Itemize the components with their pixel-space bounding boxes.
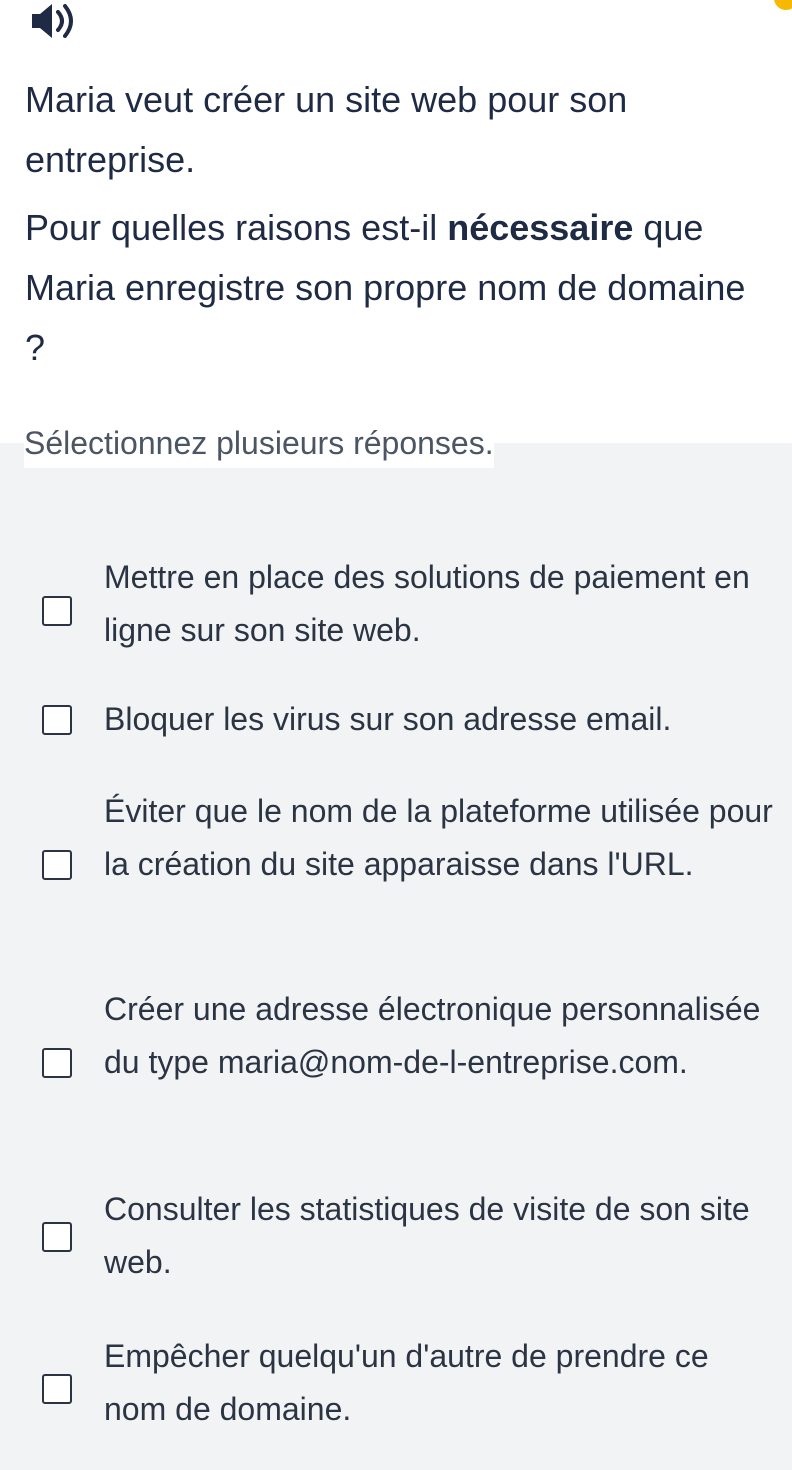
instructions: Sélectionnez plusieurs réponses. <box>24 418 494 468</box>
option-5[interactable]: Consulter les statistiques de visite de … <box>0 1183 792 1303</box>
option-3[interactable]: Éviter que le nom de la plateforme utili… <box>0 785 792 955</box>
checkbox[interactable] <box>42 1048 72 1078</box>
checkbox[interactable] <box>42 850 72 880</box>
checkbox[interactable] <box>42 1222 72 1252</box>
option-label: Empêcher quelqu'un d'autre de prendre ce… <box>104 1338 709 1427</box>
option-label: Bloquer les virus sur son adresse email. <box>104 701 672 737</box>
speaker-icon[interactable] <box>28 0 78 42</box>
answers-panel: Mettre en place des solutions de paiemen… <box>0 443 792 1470</box>
option-2[interactable]: Bloquer les virus sur son adresse email. <box>0 693 792 753</box>
question-emphasis: nécessaire <box>447 207 634 248</box>
option-label: Consulter les statistiques de visite de … <box>104 1191 750 1280</box>
option-label: Mettre en place des solutions de paiemen… <box>104 559 750 648</box>
question-line-1: Maria veut créer un site web pour son en… <box>25 79 628 180</box>
question-text: Maria veut créer un site web pour son en… <box>25 70 775 386</box>
question-line-2: Pour quelles raisons est-il nécessaire q… <box>25 198 775 378</box>
corner-badge <box>774 0 792 10</box>
option-4[interactable]: Créer une adresse électronique personnal… <box>0 983 792 1153</box>
question-panel: Maria veut créer un site web pour son en… <box>0 0 792 443</box>
checkbox[interactable] <box>42 596 72 626</box>
option-label: Créer une adresse électronique personnal… <box>104 991 761 1080</box>
option-1[interactable]: Mettre en place des solutions de paiemen… <box>0 551 792 681</box>
option-6[interactable]: Empêcher quelqu'un d'autre de prendre ce… <box>0 1330 792 1450</box>
checkbox[interactable] <box>42 705 72 735</box>
question-prefix: Pour quelles raisons est-il <box>25 207 448 248</box>
checkbox[interactable] <box>42 1374 72 1404</box>
option-label: Éviter que le nom de la plateforme utili… <box>104 793 773 882</box>
